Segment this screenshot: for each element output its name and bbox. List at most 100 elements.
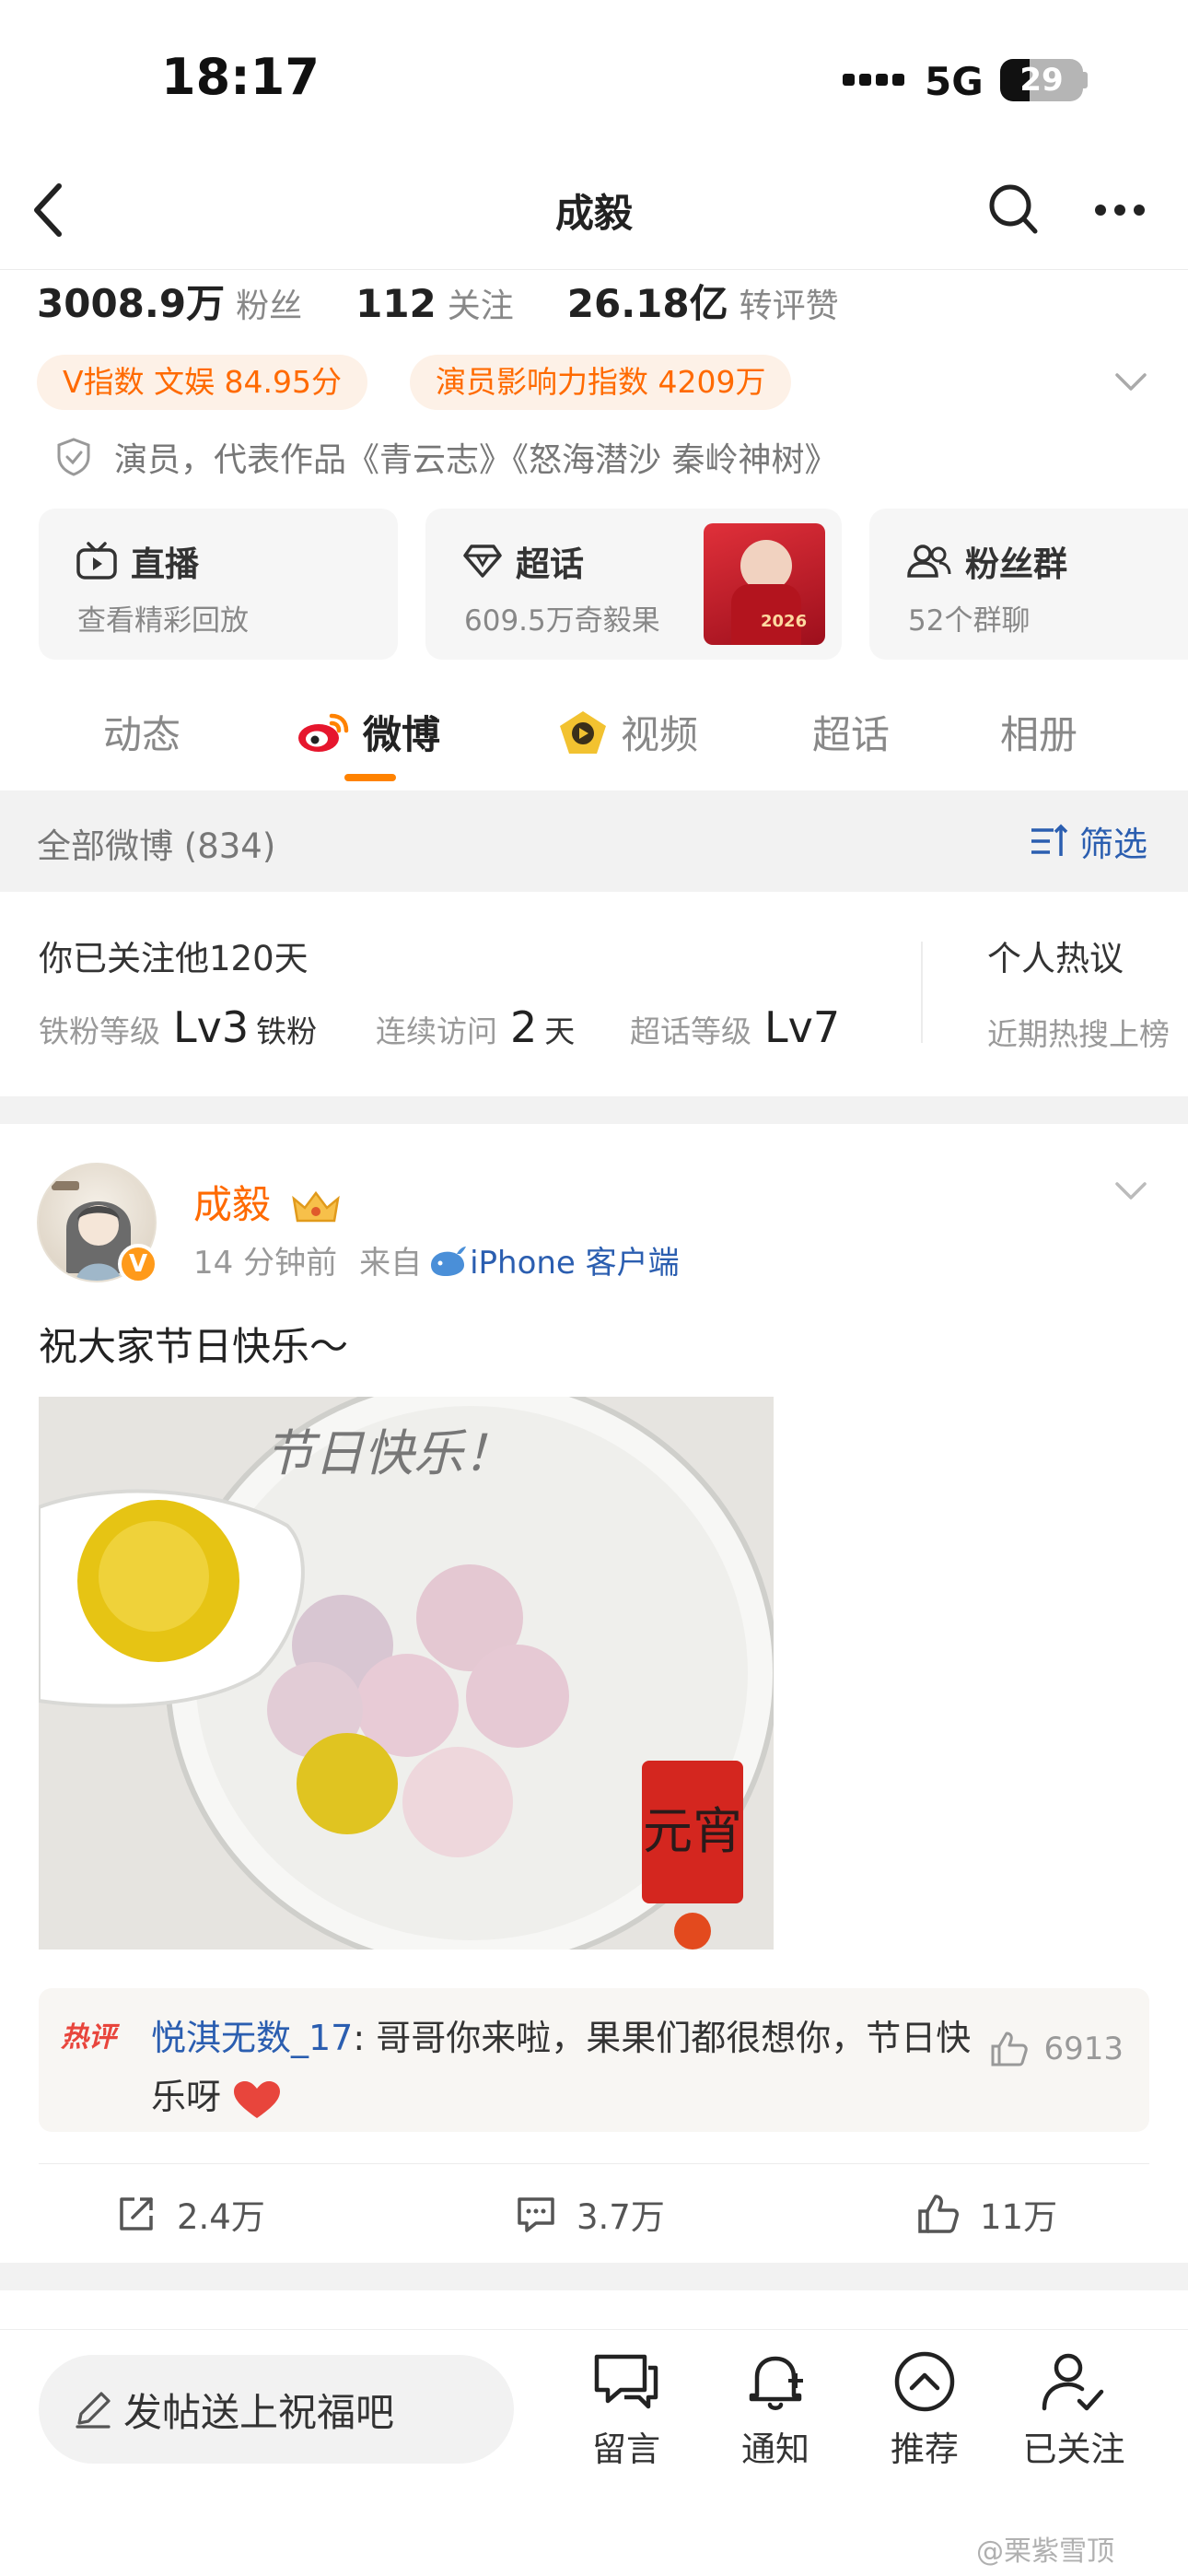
post-menu-chevron-icon[interactable] — [1114, 1181, 1147, 1205]
hot-comment-tag: 热评 — [61, 2021, 116, 2054]
interactions-label: 转评赞 — [739, 287, 839, 325]
follow-days: 你已关注他120天 — [39, 939, 309, 978]
tab-dynamic[interactable]: 动态 — [103, 704, 181, 760]
bottom-notify-button[interactable]: 通知 — [720, 2349, 831, 2471]
profile-stats: 3008.9万 粉丝 112 关注 26.18亿 转评赞 — [37, 273, 892, 329]
tab-weibo-label: 微博 — [363, 712, 441, 757]
hot-comment-like[interactable]: 6913 — [990, 2031, 1124, 2067]
iron-fan-label: 铁粉等级 — [39, 1013, 160, 1049]
post-author-name: 成毅 — [193, 1182, 272, 1227]
section-separator — [0, 1096, 1188, 1124]
visit-suffix: 天 — [544, 1013, 576, 1049]
supertopic-level[interactable]: 超话等级 Lv7 — [630, 1002, 847, 1052]
diamond-icon — [463, 544, 502, 578]
comment-button[interactable]: 3.7万 — [516, 2189, 665, 2239]
divider — [921, 942, 923, 1043]
iron-fan-level[interactable]: 铁粉等级 Lv3 铁粉 — [39, 1002, 317, 1052]
video-badge-icon — [560, 710, 606, 754]
thumbs-up-icon — [991, 2032, 1029, 2067]
watermark: @栗紫雪顶 — [976, 2535, 1114, 2568]
description-text: 演员，代表作品《青云志》《怒海潜沙 秦岭神树》 — [114, 441, 838, 479]
nav-divider — [0, 269, 1188, 270]
following-count[interactable]: 112 — [355, 281, 437, 326]
interactions-count: 26.18亿 — [566, 281, 728, 326]
profile-description: 演员，代表作品《青云志》《怒海潜沙 秦岭神树》 — [55, 433, 837, 481]
expand-chevron-icon[interactable] — [1114, 372, 1147, 396]
hot-discussion-sub: 近期热搜上榜 — [987, 1016, 1170, 1052]
status-time: 18:17 — [161, 48, 320, 106]
tab-supertopic[interactable]: 超话 — [812, 704, 890, 760]
post-input[interactable]: 发帖送上祝福吧 — [39, 2355, 514, 2464]
fan-group-sub: 52个群聊 — [908, 604, 1031, 638]
hot-discussion-title[interactable]: 个人热议 — [987, 931, 1124, 980]
bottom-followed-button[interactable]: 已关注 — [1019, 2349, 1129, 2471]
visit-label: 连续访问 — [376, 1013, 497, 1049]
supertopic-card[interactable]: 超话 609.5万奇毅果 2026 — [425, 509, 842, 660]
whale-icon — [431, 1246, 467, 1276]
visit-value: 2 — [510, 1002, 538, 1052]
filter-icon — [1031, 824, 1068, 856]
iron-fan-suffix: 铁粉 — [256, 1013, 318, 1049]
repost-button[interactable]: 2.4万 — [116, 2189, 265, 2239]
filter-label: 筛选 — [1079, 825, 1147, 864]
repost-count: 2.4万 — [177, 2197, 265, 2237]
battery-icon: 29 — [1000, 59, 1083, 101]
fans-count[interactable]: 3008.9万 — [37, 273, 225, 329]
bottom-recommend-label: 推荐 — [891, 2430, 959, 2469]
like-button[interactable]: 11万 — [917, 2189, 1057, 2239]
tab-video[interactable]: 视频 — [558, 704, 698, 760]
supertopic-level-value: Lv7 — [764, 1002, 841, 1052]
search-icon[interactable] — [987, 181, 1041, 241]
comment-icon — [518, 2197, 554, 2232]
verified-badge-icon: V — [118, 1244, 158, 1284]
supertopic-level-label: 超话等级 — [630, 1013, 751, 1049]
battery-tip — [1083, 72, 1088, 88]
hot-comment[interactable]: 热评 悦淇无数_17: 哥哥你来啦，果果们都很想你，节日快乐呀 6913 — [39, 1988, 1149, 2132]
post-source[interactable]: iPhone 客户端 — [470, 1237, 680, 1282]
bottom-recommend-button[interactable]: 推荐 — [869, 2349, 980, 2471]
like-icon — [918, 2195, 959, 2233]
tv-icon — [76, 542, 117, 580]
fan-group-title: 粉丝群 — [965, 544, 1067, 584]
weibo-logo-icon — [298, 713, 349, 752]
tab-album[interactable]: 相册 — [1000, 704, 1077, 760]
post-text: 祝大家节日快乐～ — [39, 1324, 349, 1369]
post-time: 14 分钟前 — [193, 1245, 338, 1282]
hot-comment-user[interactable]: 悦淇无数_17 — [151, 2018, 353, 2058]
image-stamp-text: 元宵 — [643, 1802, 742, 1860]
section-separator-2 — [0, 2263, 1188, 2290]
pencil-icon — [76, 2392, 111, 2429]
message-icon — [594, 2354, 658, 2409]
live-card[interactable]: 直播 查看精彩回放 — [39, 509, 398, 660]
filter-button[interactable]: 筛选 — [1030, 816, 1147, 866]
post-image[interactable]: 元宵 节日快乐！ — [39, 1397, 774, 1950]
actor-index-badge[interactable]: 演员影响力指数 4209万 — [410, 355, 792, 410]
live-sub: 查看精彩回放 — [77, 604, 249, 638]
post-input-placeholder: 发帖送上祝福吧 — [123, 2389, 395, 2435]
group-icon — [907, 544, 951, 578]
more-icon[interactable] — [1094, 203, 1146, 220]
following-label: 关注 — [447, 287, 514, 325]
heart-icon — [234, 2080, 281, 2118]
v-index-badge[interactable]: V指数 文娱 84.95分 — [37, 355, 368, 410]
visit-streak: 连续访问 2 天 — [376, 1002, 575, 1052]
fans-label: 粉丝 — [236, 287, 303, 325]
supertopic-sub: 609.5万奇毅果 — [464, 604, 660, 638]
bottom-notify-label: 通知 — [741, 2430, 809, 2469]
like-count: 11万 — [980, 2197, 1058, 2237]
hot-comment-text-wrap: 悦淇无数_17: 哥哥你来啦，果果们都很想你，节日快乐呀 — [151, 2008, 980, 2126]
supertopic-thumbnail: 2026 — [704, 523, 825, 645]
all-weibo-count[interactable]: 全部微博 (834) — [37, 818, 275, 868]
bottom-message-label: 留言 — [592, 2430, 660, 2469]
active-tab-indicator — [344, 774, 396, 781]
supertopic-title: 超话 — [516, 544, 584, 584]
post-author[interactable]: 成毅 — [193, 1174, 342, 1230]
post-from-label: 来自 — [359, 1245, 423, 1282]
network-label: 5G — [925, 59, 984, 104]
bell-plus-icon — [749, 2356, 803, 2410]
tab-weibo[interactable]: 微博 — [297, 704, 440, 760]
chevron-up-circle-icon — [894, 2351, 955, 2412]
fan-group-card[interactable]: 粉丝群 52个群聊 — [869, 509, 1188, 660]
thumb-text: 2026 — [761, 612, 808, 631]
bottom-message-button[interactable]: 留言 — [571, 2349, 681, 2471]
